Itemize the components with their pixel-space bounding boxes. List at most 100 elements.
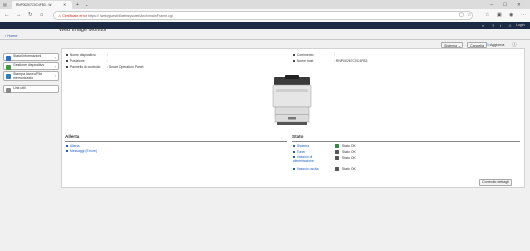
sidebar-item-label: Link utili	[13, 86, 26, 90]
info-icon[interactable]: i	[500, 22, 501, 29]
collections-icon[interactable]: ▣	[497, 10, 502, 21]
help-circle-icon[interactable]: ⓘ	[512, 42, 517, 48]
bullet-icon	[293, 150, 296, 154]
chevron-right-icon: ›	[54, 64, 56, 69]
user-icon[interactable]: ☺	[508, 22, 512, 29]
input-tray-icon	[335, 156, 339, 160]
info-label: Pannello di controllo	[69, 65, 101, 69]
info-type-select[interactable]: Sistema ⌄	[441, 42, 463, 48]
sidebar-item-status-info[interactable]: Stato/Informazioni ›	[3, 53, 59, 61]
search-icon[interactable]: ⌕	[482, 22, 484, 29]
control-panel-row: Pannello di controllo	[66, 65, 100, 69]
location-row: Posizione	[66, 59, 85, 63]
status-system-link[interactable]: Sistema	[293, 144, 309, 148]
tab-list-chevron-icon[interactable]: ⌄	[85, 1, 88, 9]
control-panel-value: : Smart Operation Panel	[107, 65, 144, 69]
sidebar-item-useful-links[interactable]: Link utili	[3, 85, 59, 93]
sidebar-item-print-jobs[interactable]: Stampa lavoro/File memorizzato ›	[3, 71, 59, 81]
certificate-error-label[interactable]: Certificate error	[62, 14, 87, 18]
more-menu-icon[interactable]: ⋯	[521, 10, 526, 21]
link-icon	[6, 88, 11, 93]
status-section-divider	[292, 141, 520, 142]
info-label: Nome dispositivo	[69, 53, 96, 57]
reader-view-icon[interactable]: ▢	[459, 10, 464, 21]
status-output-tray-link[interactable]: Vassoio uscita	[293, 167, 319, 171]
status-item-label[interactable]: Sistema	[297, 144, 309, 148]
status-item-label[interactable]: Vassoio di alimentazione	[293, 155, 314, 163]
host-name-value: : RNP00267C0C4FB3	[334, 59, 368, 63]
refresh-label: Aggiorna	[490, 43, 505, 47]
status-section-title: Stato	[292, 134, 304, 139]
error-messages-link[interactable]: Messaggi (Errore)	[66, 149, 97, 153]
print-job-icon	[6, 74, 11, 79]
home-link[interactable]: › Home	[5, 34, 17, 38]
device-name-value: :	[107, 53, 108, 57]
toner-icon	[335, 150, 339, 154]
chevron-right-icon: ›	[54, 55, 56, 60]
alert-link-label[interactable]: Allerta	[70, 144, 80, 148]
minimize-icon[interactable]: ─	[490, 1, 493, 8]
bullet-icon	[293, 167, 296, 171]
header-divider	[0, 39, 530, 40]
status-value: Stato OK	[342, 144, 356, 148]
alert-section-divider	[65, 141, 287, 142]
url-text[interactable]: https:// /web/guest/it/websys/webArch/ma…	[88, 14, 173, 18]
location-value: :	[107, 59, 108, 63]
maximize-icon[interactable]: ☐	[503, 1, 507, 8]
favorites-icon[interactable]: ☆	[485, 10, 489, 21]
status-item-label[interactable]: Vassoio uscita	[297, 167, 319, 171]
info-label: Posizione	[69, 59, 85, 63]
status-info-icon	[6, 56, 11, 61]
profile-icon[interactable]: ◉	[509, 10, 513, 21]
device-management-icon	[6, 65, 11, 70]
sidebar-item-label: Gestione dispositivo	[13, 63, 45, 67]
breadcrumb: › Home	[5, 34, 17, 38]
certificate-warning-icon[interactable]: ⚠	[58, 14, 61, 18]
back-icon[interactable]: ←	[4, 10, 10, 21]
login-link[interactable]: Login	[516, 22, 525, 29]
chevron-right-icon: ›	[54, 73, 56, 78]
status-value: Stato OK	[342, 150, 356, 154]
close-window-icon[interactable]: ✕	[517, 1, 521, 8]
new-tab-icon[interactable]: +	[76, 1, 79, 9]
check-details-button[interactable]: Controllo dettagli	[479, 179, 512, 186]
browser-menu-icon[interactable]: ▤	[3, 1, 7, 9]
printer-image	[272, 75, 312, 125]
bullet-icon	[66, 149, 69, 153]
alert-link[interactable]: Allerta	[66, 144, 80, 148]
close-tab-icon[interactable]: ✕	[63, 1, 66, 9]
status-value: Stato OK	[342, 167, 356, 171]
status-value: Stato OK	[342, 156, 356, 160]
info-label: Commento	[296, 53, 314, 57]
home-link-label[interactable]: Home	[7, 34, 17, 38]
select-value: Sistema	[444, 44, 457, 48]
comment-value: :	[334, 53, 335, 57]
browser-tab-strip	[0, 0, 530, 9]
bullet-icon	[66, 144, 69, 148]
status-toner-link[interactable]: Toner	[293, 150, 305, 154]
device-name-row: Nome dispositivo	[66, 53, 96, 57]
error-messages-link-label[interactable]: Messaggi (Errore)	[70, 149, 97, 153]
status-input-tray-link[interactable]: Vassoio di alimentazione	[293, 155, 323, 163]
home-icon[interactable]: ⌂	[40, 10, 43, 21]
info-value: RNP00267C0C4FB3	[335, 59, 368, 63]
delete-button[interactable]: Cancella	[467, 42, 487, 48]
alert-section-title: Allerta	[65, 134, 80, 139]
bullet-icon	[293, 144, 296, 148]
info-value: Smart Operation Panel	[108, 65, 144, 69]
system-ok-icon	[335, 144, 339, 148]
reload-icon[interactable]: ↻	[28, 10, 33, 21]
chevron-down-icon: ⌄	[457, 44, 461, 48]
sidebar-item-label: Stato/Informazioni	[13, 54, 42, 58]
browser-tab-title: RNP00267C0C4FB3 - W	[16, 3, 52, 7]
status-item-label[interactable]: Toner	[297, 150, 305, 154]
sidebar-item-device-management[interactable]: Gestione dispositivo ›	[3, 62, 59, 70]
host-name-row: Nome host	[293, 59, 313, 63]
help-icon[interactable]: ?	[492, 22, 494, 29]
address-bar[interactable]: ⚠ Certificate error https:// /web/guest/…	[53, 11, 473, 20]
sidebar-item-label: Stampa lavoro/File memorizzato	[13, 72, 43, 80]
info-label: Nome host	[296, 59, 314, 63]
forward-icon[interactable]: →	[16, 10, 22, 21]
favorite-star-icon[interactable]: ☆	[467, 10, 471, 21]
refresh-button[interactable]: ↻Aggiorna	[487, 42, 504, 48]
